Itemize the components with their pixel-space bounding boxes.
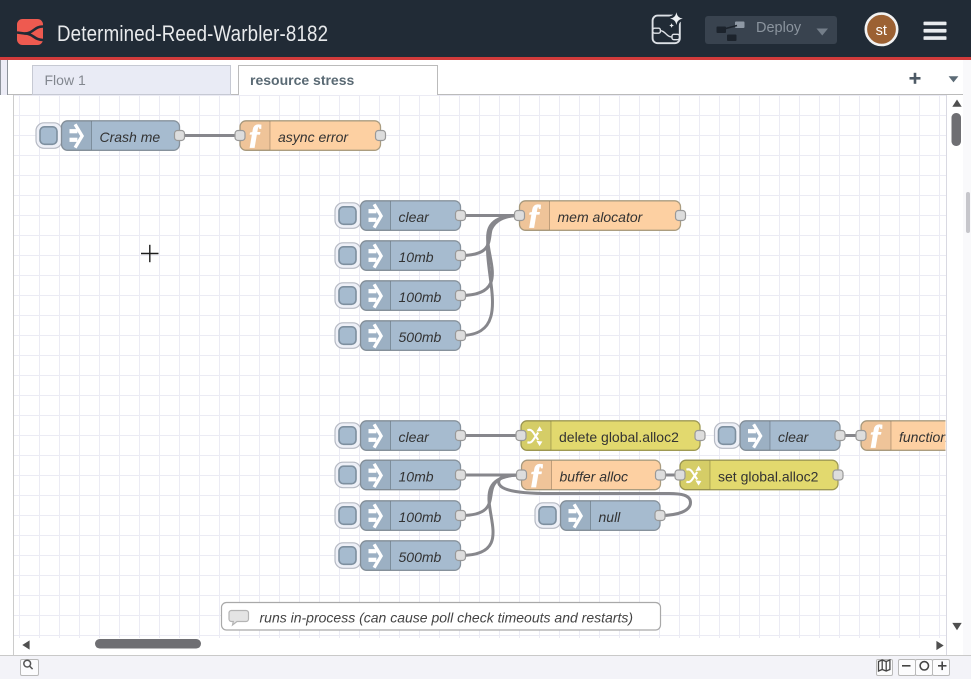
svg-text:ƒ: ƒ bbox=[530, 459, 544, 489]
svg-text:clear: clear bbox=[778, 429, 810, 445]
svg-text:ƒ: ƒ bbox=[528, 199, 542, 229]
svg-text:buffer alloc: buffer alloc bbox=[560, 469, 628, 485]
svg-text:st: st bbox=[876, 23, 887, 39]
svg-text:clear: clear bbox=[399, 209, 431, 225]
svg-text:runs in-process (can cause pol: runs in-process (can cause poll check ti… bbox=[260, 610, 634, 626]
svg-text:500mb: 500mb bbox=[399, 549, 442, 565]
svg-text:null: null bbox=[599, 509, 622, 525]
svg-text:ƒ: ƒ bbox=[248, 119, 262, 149]
svg-text:async error: async error bbox=[278, 129, 349, 145]
svg-text:mem alocator: mem alocator bbox=[558, 209, 644, 225]
svg-text:delete global.alloc2: delete global.alloc2 bbox=[559, 429, 679, 445]
svg-text:100mb: 100mb bbox=[399, 289, 442, 305]
svg-text:100mb: 100mb bbox=[399, 509, 442, 525]
svg-text:10mb: 10mb bbox=[399, 469, 434, 485]
svg-text:500mb: 500mb bbox=[399, 329, 442, 345]
svg-text:Crash me: Crash me bbox=[100, 129, 161, 145]
svg-text:set global.alloc2: set global.alloc2 bbox=[718, 469, 819, 485]
svg-text:clear: clear bbox=[399, 429, 431, 445]
svg-text:function: function bbox=[899, 429, 948, 445]
svg-text:10mb: 10mb bbox=[399, 249, 434, 265]
svg-text:ƒ: ƒ bbox=[869, 419, 883, 449]
